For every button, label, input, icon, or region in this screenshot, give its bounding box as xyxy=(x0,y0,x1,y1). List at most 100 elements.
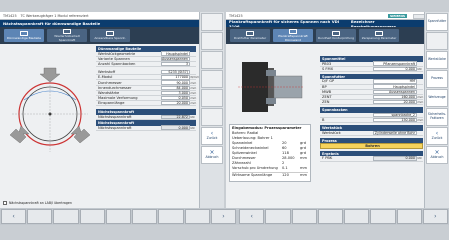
param-field[interactable]: HM xyxy=(373,79,417,84)
jaw-top xyxy=(266,70,276,76)
horizontal-softkey-bar: ‹ › ‹ › xyxy=(0,208,449,225)
softkey-2[interactable] xyxy=(426,32,448,50)
transfer-checkbox[interactable] xyxy=(3,201,7,205)
hsoftkey[interactable] xyxy=(291,209,317,224)
hsoftkey[interactable] xyxy=(105,209,132,224)
softkey-prozess[interactable]: Prozess xyxy=(426,70,448,88)
hsoftkey[interactable] xyxy=(184,209,210,224)
back-arrow-icon: ‹ xyxy=(12,213,15,220)
hsoftkey[interactable] xyxy=(370,209,396,224)
hsoftkey[interactable] xyxy=(158,209,184,224)
hsoftkey[interactable] xyxy=(317,209,344,224)
tab-rundheit[interactable]: Rundheit Konturprüfung xyxy=(316,29,356,42)
hsoftkey[interactable] xyxy=(396,209,422,224)
param-field[interactable]: Hauptspindel xyxy=(373,84,417,89)
hsoftkey[interactable] xyxy=(27,209,53,224)
process-info-panel: Eingabemodus: Prozessparameter Bohren: R… xyxy=(229,124,311,182)
param-field[interactable]: 0.050 xyxy=(161,95,190,101)
softkey-3[interactable] xyxy=(201,51,223,69)
left-dialog-title: Nächstsspannkraft für dünnwandige Bautei… xyxy=(0,20,199,27)
back-button[interactable]: ‹ Zurück xyxy=(201,127,223,145)
tab-wiederholbarkeit[interactable]: Wiederholbarkeit Spannkraft xyxy=(47,29,87,42)
param-row: ZEN 20.000 mm xyxy=(320,100,424,106)
siemens-logo: SIEMENS xyxy=(388,13,407,18)
right-parameter-list: Spannmittel PB03 Pflanzenspannkraft S FMX… xyxy=(320,56,423,162)
param-field[interactable]: 160.000 xyxy=(373,94,417,100)
chuck-diagram xyxy=(238,62,304,112)
hsoftkey-forward[interactable]: › xyxy=(422,209,448,224)
param-row: Anzahl Spannbacken 3 xyxy=(96,61,196,68)
jaw-bottom xyxy=(266,98,276,104)
info-footer: Wirksame Spannlänge 120 mm xyxy=(232,172,308,177)
hsoftkey[interactable] xyxy=(132,209,158,224)
hsoftkey-back[interactable]: ‹ xyxy=(239,209,265,224)
right-inner-softkeys: Spannfutter Werkstücke Prozess Werkzeuge… xyxy=(424,12,449,208)
softkey-sicherheitsfaktoren[interactable]: Sicherheits-Faktoren xyxy=(426,108,448,126)
jaw-arrow-top xyxy=(39,67,61,83)
param-field[interactable]: 84.000 xyxy=(161,85,190,90)
param-field[interactable]: Aussenspannen xyxy=(161,56,190,61)
param-field[interactable]: Zylinderwelle ohne Bohr xyxy=(373,130,417,135)
transfer-checkbox-row[interactable]: Nächstsspannkraft an LAB/I übertragen xyxy=(3,201,72,205)
right-dialog-title: Plankraftspannkraft für sicheres Spannen… xyxy=(226,19,424,29)
param-field[interactable]: S235 (St37) xyxy=(161,69,190,75)
back-button[interactable]: ‹ Zurück xyxy=(426,127,448,145)
tab-zerspanung[interactable]: Zerspanung Parameter xyxy=(359,29,399,42)
param-field[interactable]: Hauptspindel xyxy=(161,51,190,56)
channel-label: TM1425 xyxy=(3,13,17,18)
process-selector[interactable]: Bohren xyxy=(320,143,423,149)
tab-duennwandig[interactable]: Dünnwandige Bauteile xyxy=(4,29,44,42)
param-row: Werkstück Zylinderwelle ohne Bohr xyxy=(320,130,423,136)
param-field[interactable]: 20.000 xyxy=(373,100,417,105)
param-field[interactable]: 20.000 xyxy=(161,101,190,106)
result-row: F PBK 0.000 kN xyxy=(320,156,423,162)
info-line: Vorschub pro Umdrehung 0.1 mm xyxy=(232,166,308,170)
cancel-button[interactable]: × Abbruch xyxy=(201,146,223,164)
softkey-4[interactable] xyxy=(201,70,223,88)
param-field[interactable]: spannbacke_2 xyxy=(373,112,417,118)
hsoftkey-forward[interactable]: › xyxy=(210,209,237,224)
softkey-1[interactable] xyxy=(201,13,223,31)
forward-arrow-icon: › xyxy=(434,213,437,220)
result-row: Nächstsspannkraft 0.000 kN xyxy=(96,125,196,131)
thin-wall-clamping-diagram xyxy=(9,67,91,152)
param-field[interactable]: Pflanzenspannkraft xyxy=(373,61,417,66)
left-tabs: Dünnwandige Bauteile Wiederholbarkeit Sp… xyxy=(0,27,199,44)
channel-label: TM1425 xyxy=(229,13,243,18)
softkey-5[interactable] xyxy=(201,89,223,107)
softkey-werkstuecke[interactable]: Werkstücke xyxy=(426,51,448,69)
result-field: 0.000 xyxy=(373,156,417,161)
left-vertical-softkeys: ‹ Zurück × Abbruch xyxy=(199,12,224,208)
param-field[interactable]: 3 xyxy=(161,61,190,67)
softkey-werkzeuge[interactable]: Werkzeuge xyxy=(426,89,448,107)
forward-arrow-icon: › xyxy=(222,213,225,220)
param-field[interactable]: 3.000 xyxy=(161,90,190,96)
param-field[interactable]: Aussenspannen xyxy=(373,89,417,95)
left-panel: TM1425 TC Werkzeugträger 1 Modul referen… xyxy=(0,12,224,208)
tab-plankraft[interactable]: Plankraftspannkraft Dünnwand xyxy=(273,29,313,42)
path-label: TC Werkzeugträger 1 Modul referenziert xyxy=(20,13,89,18)
right-tabs: Drehfutter Parameter Plankraftspannkraft… xyxy=(226,27,424,44)
param-field[interactable]: 90.000 xyxy=(161,80,190,85)
hsoftkey-back[interactable]: ‹ xyxy=(1,209,27,224)
hsoftkey[interactable] xyxy=(53,209,79,224)
cancel-button[interactable]: × Abbruch xyxy=(426,146,448,164)
hsoftkey[interactable] xyxy=(265,209,291,224)
param-field[interactable]: 177000 xyxy=(161,75,190,80)
hsoftkey[interactable] xyxy=(79,209,105,224)
back-arrow-icon: ‹ xyxy=(250,213,253,220)
tab-anwendbar[interactable]: Anwendbare Spannt. xyxy=(90,29,130,42)
softkey-spannfutter[interactable]: Spannfutter xyxy=(426,13,448,31)
param-row: Einspannlänge 20.000 mm xyxy=(96,101,197,107)
softkey-6[interactable] xyxy=(201,108,223,126)
left-parameter-list: Dünnwandige Bauteile Werkstückgeometrie H… xyxy=(96,46,201,131)
param-row: B 150.000 mm xyxy=(320,117,424,124)
result-field: 0.000 xyxy=(161,125,190,130)
softkey-2[interactable] xyxy=(201,32,223,50)
param-field[interactable]: 0.000 xyxy=(373,66,417,71)
transfer-checkbox-label: Nächstsspannkraft an LAB/I übertragen xyxy=(9,201,72,205)
hsoftkey[interactable] xyxy=(344,209,370,224)
tab-drehfutter[interactable]: Drehfutter Parameter xyxy=(230,29,270,42)
param-field[interactable]: 150.000 xyxy=(373,117,417,123)
result-field: 22.872 xyxy=(161,114,190,120)
